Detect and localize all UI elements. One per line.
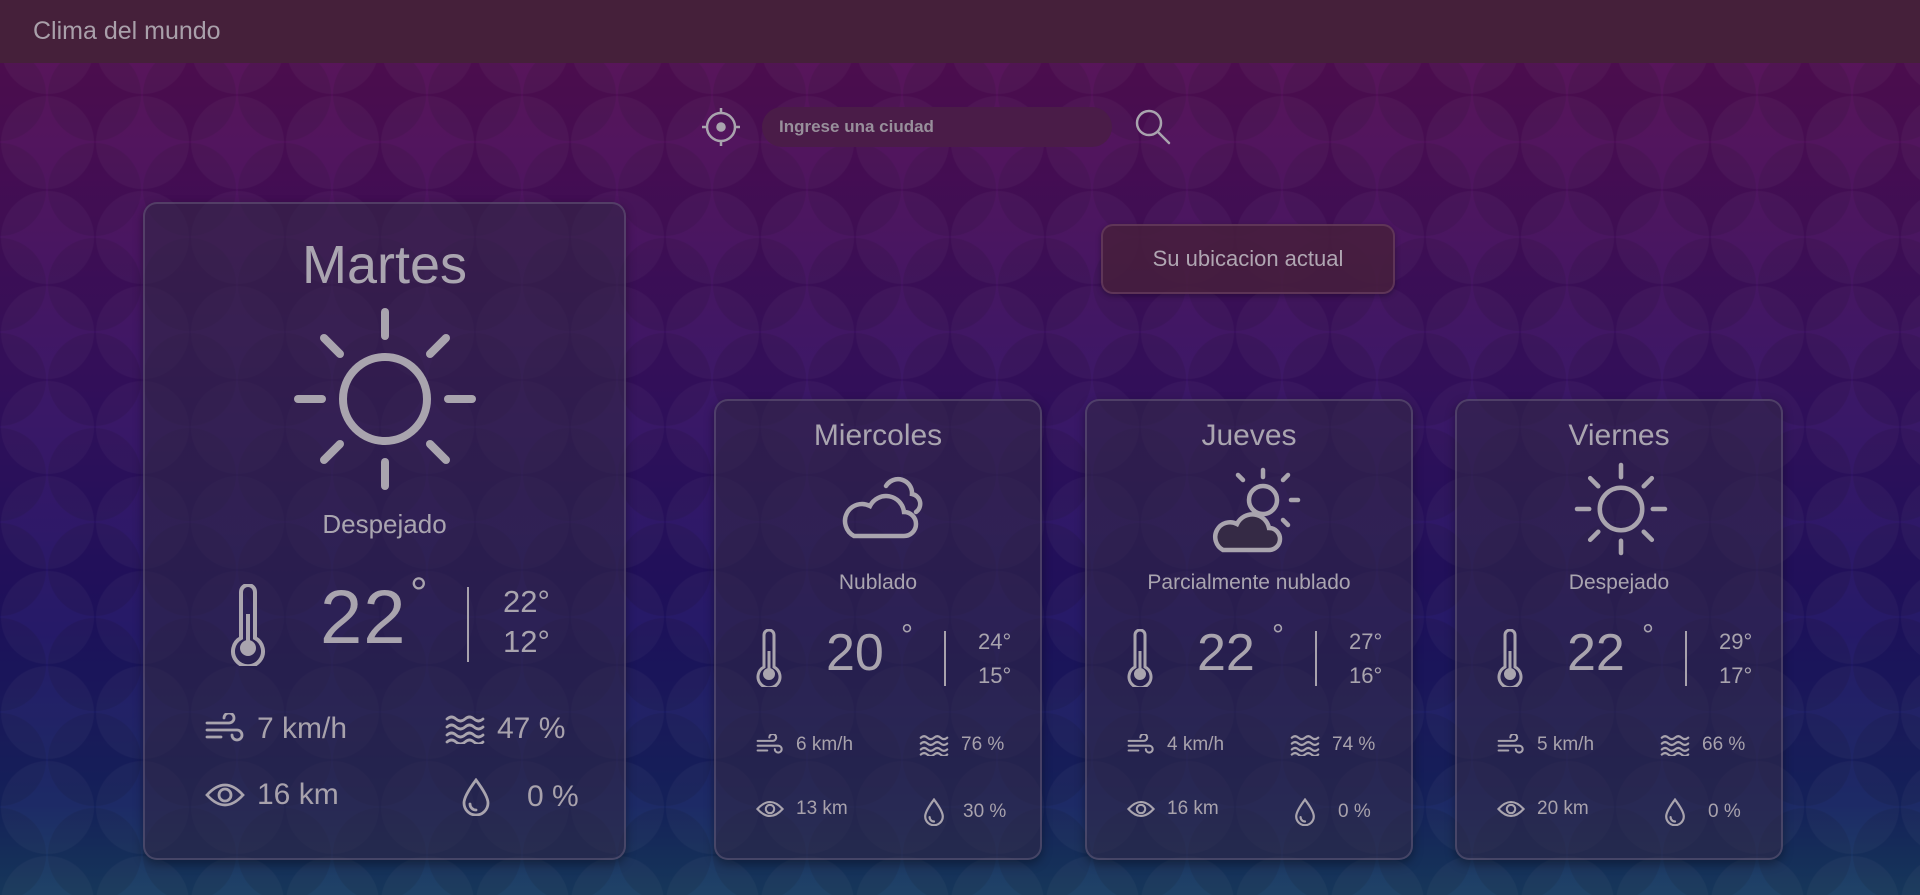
current-temperature: 22 — [1567, 624, 1625, 682]
rain-value: 0 % — [1338, 801, 1371, 822]
rain-stat: 0 % — [461, 778, 579, 816]
visibility-value: 16 km — [257, 778, 339, 811]
thermometer-icon — [756, 628, 782, 692]
search-bar — [700, 106, 1174, 148]
condition-text: Parcialmente nublado — [1147, 571, 1351, 594]
condition-text: Despejado — [322, 509, 447, 539]
wind-icon — [205, 713, 244, 742]
low-temperature: 16° — [1349, 663, 1383, 688]
visibility-stat: 13 km — [756, 798, 848, 820]
search-icon — [1135, 109, 1171, 145]
thermometer-icon — [230, 583, 266, 671]
high-temperature: 27° — [1349, 629, 1383, 654]
forecast-card: Jueves Parcialmente nublado 22 ° 27° 16°… — [1085, 399, 1413, 860]
wind-stat: 4 km/h — [1127, 734, 1224, 756]
raindrop-icon — [1295, 798, 1315, 826]
wind-stat: 5 km/h — [1497, 734, 1594, 756]
wind-value: 7 km/h — [257, 712, 348, 745]
humidity-value: 47 % — [497, 712, 566, 745]
eye-icon — [756, 800, 784, 818]
high-temperature: 29° — [1719, 629, 1753, 654]
raindrop-icon — [924, 798, 944, 826]
rain-value: 30 % — [963, 801, 1007, 822]
wind-icon — [1497, 734, 1524, 754]
eye-icon — [1127, 800, 1155, 818]
humidity-waves-icon — [1290, 735, 1320, 756]
rain-value: 0 % — [1708, 801, 1741, 822]
visibility-stat: 16 km — [1127, 798, 1219, 820]
app-title: Clima del mundo — [33, 17, 221, 45]
visibility-value: 16 km — [1167, 798, 1219, 819]
forecast-card: Miercoles Nublado 20 ° 24° 15° 6 km/h 76… — [714, 399, 1042, 860]
rain-stat: 0 % — [1294, 798, 1371, 826]
low-temperature: 17° — [1719, 663, 1753, 688]
visibility-stat: 20 km — [1497, 798, 1589, 820]
visibility-stat: 16 km — [205, 778, 339, 812]
wind-stat: 6 km/h — [756, 734, 853, 756]
condition-text: Nublado — [838, 571, 918, 594]
day-name: Miercoles — [813, 419, 943, 452]
high-temperature: 24° — [978, 629, 1012, 654]
city-search-input[interactable] — [762, 107, 1112, 147]
low-temperature: 15° — [978, 663, 1012, 688]
thermometer-icon — [1497, 628, 1523, 692]
degree-symbol: ° — [1272, 619, 1284, 652]
search-button[interactable] — [1132, 106, 1174, 148]
low-temperature: 12° — [503, 624, 550, 659]
current-temperature: 22 — [320, 575, 407, 660]
top-bar: Clima del mundo — [0, 0, 1920, 63]
humidity-stat: 66 % — [1660, 734, 1745, 756]
eye-icon — [205, 783, 245, 807]
humidity-stat: 76 % — [919, 734, 1004, 756]
wind-icon — [756, 734, 783, 754]
day-name: Martes — [301, 235, 468, 295]
divider — [1315, 631, 1317, 686]
crosshair-icon — [702, 108, 740, 146]
rain-stat: 30 % — [923, 798, 1006, 826]
wind-value: 5 km/h — [1537, 734, 1595, 755]
forecast-card: Viernes Despejado 22 ° 29° 17° 5 km/h 66… — [1455, 399, 1783, 860]
wind-icon — [1127, 734, 1154, 754]
degree-symbol: ° — [1642, 619, 1654, 652]
rain-value: 0 % — [527, 780, 579, 813]
thermometer-icon — [1127, 628, 1153, 692]
humidity-value: 66 % — [1702, 734, 1746, 755]
degree-symbol: ° — [901, 619, 913, 652]
current-temperature: 22 — [1197, 624, 1255, 682]
current-location-button[interactable]: Su ubicacion actual — [1101, 224, 1395, 294]
raindrop-icon — [1665, 798, 1685, 826]
divider — [944, 631, 946, 686]
locate-button[interactable] — [700, 106, 742, 148]
degree-symbol: ° — [410, 569, 428, 618]
wind-stat: 7 km/h — [205, 712, 347, 746]
humidity-stat: 74 % — [1290, 734, 1375, 756]
high-temperature: 22° — [503, 584, 550, 619]
divider — [1685, 631, 1687, 686]
wind-value: 4 km/h — [1167, 734, 1225, 755]
day-name: Viernes — [1568, 419, 1670, 452]
sun-icon — [290, 304, 480, 499]
day-name: Jueves — [1201, 419, 1297, 452]
visibility-value: 20 km — [1537, 798, 1589, 819]
sun-icon — [1573, 461, 1669, 562]
partly-cloudy-icon — [1205, 466, 1301, 561]
divider — [467, 587, 469, 662]
eye-icon — [1497, 800, 1525, 818]
cloudy-icon — [834, 466, 930, 547]
visibility-value: 13 km — [796, 798, 848, 819]
humidity-value: 74 % — [1332, 734, 1376, 755]
wind-value: 6 km/h — [796, 734, 854, 755]
humidity-value: 76 % — [961, 734, 1005, 755]
humidity-stat: 47 % — [445, 712, 565, 746]
condition-text: Despejado — [1568, 571, 1670, 594]
current-temperature: 20 — [826, 624, 884, 682]
humidity-waves-icon — [445, 715, 485, 744]
humidity-waves-icon — [1660, 735, 1690, 756]
today-weather-card: Martes Despejado 22 ° 22° 12° 7 km/h 47 — [143, 202, 626, 860]
rain-stat: 0 % — [1664, 798, 1741, 826]
raindrop-icon — [462, 778, 490, 816]
humidity-waves-icon — [919, 735, 949, 756]
